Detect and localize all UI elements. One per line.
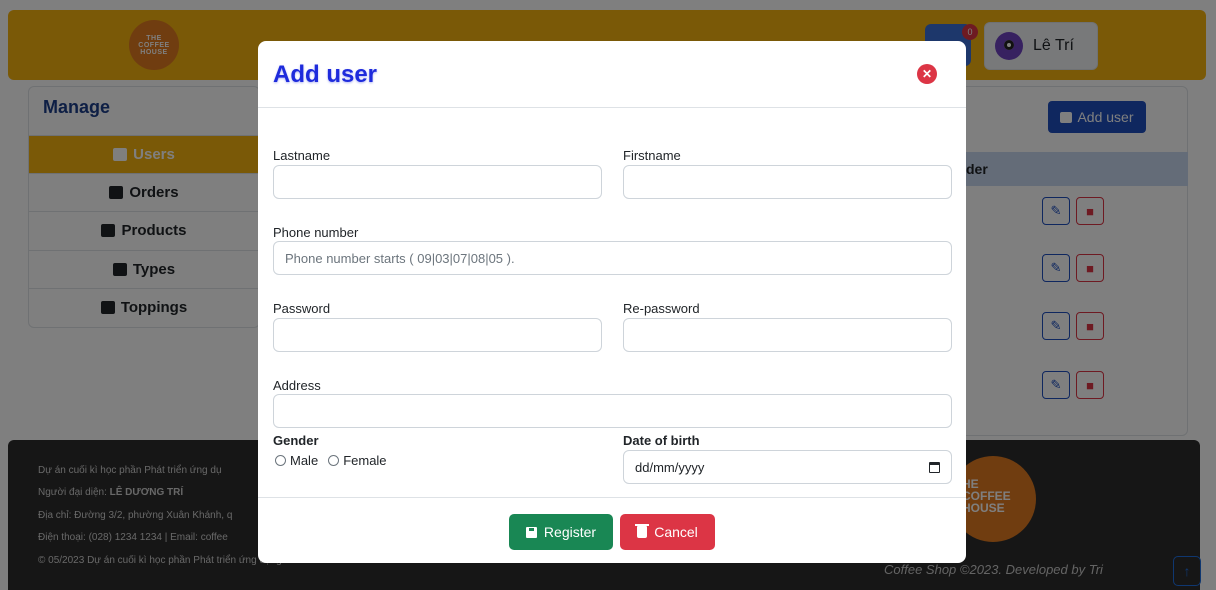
phone-input[interactable] [273, 241, 952, 275]
repassword-input[interactable] [623, 318, 952, 352]
cancel-label: Cancel [654, 524, 698, 540]
calendar-icon[interactable] [929, 461, 940, 473]
dob-input[interactable]: dd/mm/yyyy [623, 450, 952, 484]
save-icon [525, 526, 537, 538]
gender-female-label: Female [343, 453, 387, 468]
firstname-label: Firstname [623, 148, 681, 163]
repassword-label: Re-password [623, 301, 700, 316]
gender-female-radio[interactable] [328, 455, 340, 466]
gender-male-radio[interactable] [275, 455, 286, 466]
dob-label: Date of birth [623, 433, 700, 448]
register-button[interactable]: Register [509, 514, 613, 550]
cancel-button[interactable]: Cancel [620, 514, 715, 550]
close-button[interactable]: ✕ [917, 64, 937, 84]
gender-label: Gender [273, 433, 319, 448]
register-label: Register [543, 524, 597, 540]
password-label: Password [273, 301, 331, 316]
dob-placeholder: dd/mm/yyyy [635, 459, 705, 475]
phone-label: Phone number [273, 225, 359, 240]
close-icon: ✕ [921, 67, 933, 81]
gender-male-label: Male [290, 453, 319, 468]
lastname-label: Lastname [273, 148, 331, 163]
gender-radio-group: Male Female [275, 453, 393, 468]
lastname-input[interactable] [273, 165, 602, 199]
address-input[interactable] [273, 394, 952, 428]
modal-title: Add user [273, 61, 378, 88]
trash-icon [635, 524, 650, 538]
password-input[interactable] [273, 318, 602, 352]
modal-footer: Register Cancel [258, 497, 966, 563]
address-label: Address [273, 378, 321, 393]
add-user-modal: Add user ✕ Lastname Firstname Phone numb… [258, 41, 966, 563]
modal-header: Add user ✕ [258, 41, 966, 108]
firstname-input[interactable] [623, 165, 952, 199]
